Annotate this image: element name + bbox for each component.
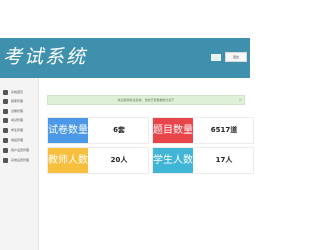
settings-icon xyxy=(3,157,8,163)
sidebar-item-user-settings[interactable]: 用户设置管理 xyxy=(0,146,39,154)
book-icon xyxy=(3,98,8,104)
chart-icon xyxy=(3,137,8,143)
sidebar-item-system-settings[interactable]: 系统设置管理 xyxy=(0,156,39,164)
sidebar-item-question-bank[interactable]: 题库管理 xyxy=(0,97,39,105)
users-icon xyxy=(3,127,8,133)
app-title: 考试系统 xyxy=(3,46,88,68)
top-header: 考试系统 退出 xyxy=(0,38,250,78)
close-icon[interactable]: × xyxy=(239,96,242,104)
sidebar-item-label: 成绩管理 xyxy=(11,138,24,142)
sidebar-item-home[interactable]: 系统首页 xyxy=(0,88,39,96)
sidebar-item-label: 系统设置管理 xyxy=(11,158,30,162)
stat-label: 学生人数 xyxy=(153,148,193,173)
sidebar-item-label: 试卷管理 xyxy=(11,109,24,113)
notice-text: 欢迎使用考试系统，当前已有数据统计如下 xyxy=(117,98,175,102)
stat-value: 6517道 xyxy=(210,126,238,134)
stat-card-papers: 试卷数量 6套 xyxy=(47,117,149,144)
stat-value: 20人 xyxy=(110,156,128,164)
sidebar-item-label: 考试管理 xyxy=(11,118,24,122)
stat-card-questions: 题目数量 6517道 xyxy=(152,117,254,144)
stat-card-students: 学生人数 17人 xyxy=(152,147,254,174)
sidebar-item-label: 题库管理 xyxy=(11,99,24,103)
sidebar-item-papers[interactable]: 试卷管理 xyxy=(0,107,39,115)
gear-icon xyxy=(3,147,8,153)
stat-value: 17人 xyxy=(215,156,233,164)
sidebar-item-students[interactable]: 学生管理 xyxy=(0,126,39,134)
document-icon xyxy=(3,108,8,114)
welcome-notice: 欢迎使用考试系统，当前已有数据统计如下 × xyxy=(47,95,245,105)
sidebar-item-label: 系统首页 xyxy=(11,90,24,94)
sidebar-item-exams[interactable]: 考试管理 xyxy=(0,116,39,124)
stat-value: 6套 xyxy=(113,126,125,134)
stat-label: 试卷数量 xyxy=(48,118,88,143)
logout-button[interactable]: 退出 xyxy=(225,52,247,62)
sidebar-menu: 系统首页 题库管理 试卷管理 考试管理 学生管理 成绩管理 用户设置管理 系统设… xyxy=(0,78,39,250)
sidebar-item-label: 学生管理 xyxy=(11,128,24,132)
home-icon xyxy=(3,89,8,95)
stat-label: 题目数量 xyxy=(153,118,193,143)
sidebar-item-scores[interactable]: 成绩管理 xyxy=(0,136,39,144)
user-icon xyxy=(3,117,8,123)
stat-label: 教师人数 xyxy=(48,148,88,173)
user-info-area[interactable] xyxy=(211,54,221,61)
stat-card-teachers: 教师人数 20人 xyxy=(47,147,149,174)
sidebar-item-label: 用户设置管理 xyxy=(11,148,30,152)
